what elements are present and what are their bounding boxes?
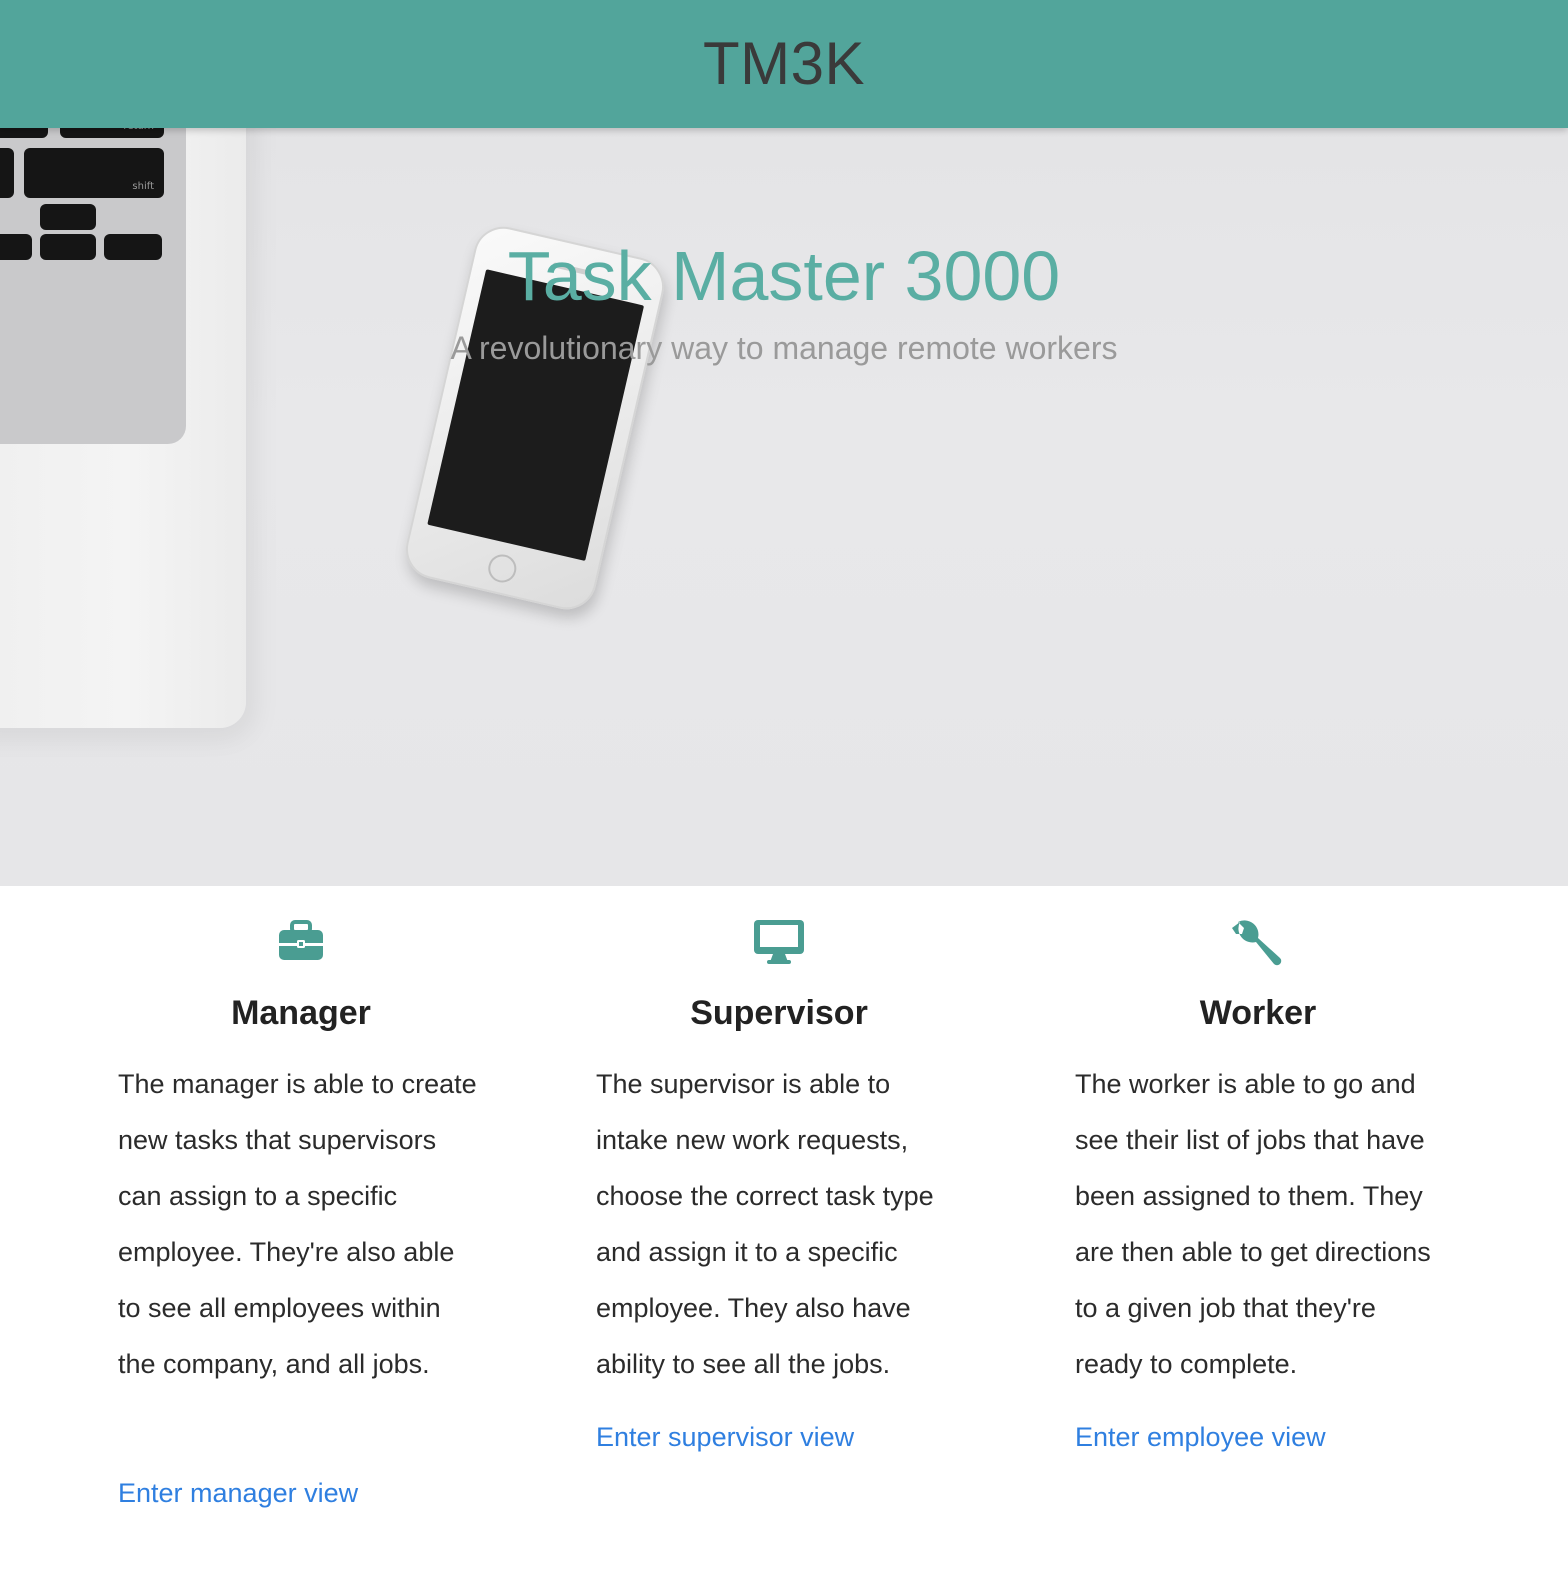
- key: [0, 148, 14, 198]
- enter-manager-view-link[interactable]: Enter manager view: [118, 1478, 358, 1509]
- role-description-manager: The manager is able to create new tasks …: [118, 1069, 477, 1379]
- key-return: return: [60, 128, 164, 138]
- enter-employee-view-link[interactable]: Enter employee view: [1075, 1422, 1326, 1453]
- phone-home-button: [485, 551, 520, 586]
- role-title-supervisor: Supervisor: [690, 994, 868, 1032]
- key: [0, 128, 48, 138]
- briefcase-icon: [279, 920, 323, 960]
- roles-section: Manager The manager is able to create ne…: [0, 886, 1568, 1570]
- desktop-icon: [754, 920, 804, 964]
- hero-title: Task Master 3000: [507, 237, 1061, 315]
- role-title-manager: Manager: [231, 994, 371, 1032]
- top-navbar: TM3K: [0, 0, 1568, 128]
- role-description-worker: The worker is able to go and see their l…: [1075, 1069, 1431, 1379]
- brand-logo-text[interactable]: TM3K: [703, 29, 865, 98]
- key-arrow-up: [40, 204, 96, 230]
- role-title-worker: Worker: [1199, 994, 1317, 1032]
- role-icon-wrap: [1075, 916, 1441, 972]
- enter-supervisor-view-link[interactable]: Enter supervisor view: [596, 1422, 854, 1453]
- role-icon-wrap: [596, 916, 962, 972]
- key-shift: shift: [24, 148, 164, 198]
- role-description-supervisor: The supervisor is able to intake new wor…: [596, 1069, 934, 1379]
- hero-subtitle: A revolutionary way to manage remote wor…: [450, 330, 1118, 366]
- hero-banner: return shift Task Master 3000 A revoluti…: [0, 128, 1568, 886]
- wrench-icon: [1232, 920, 1282, 966]
- role-icon-wrap: [118, 916, 484, 972]
